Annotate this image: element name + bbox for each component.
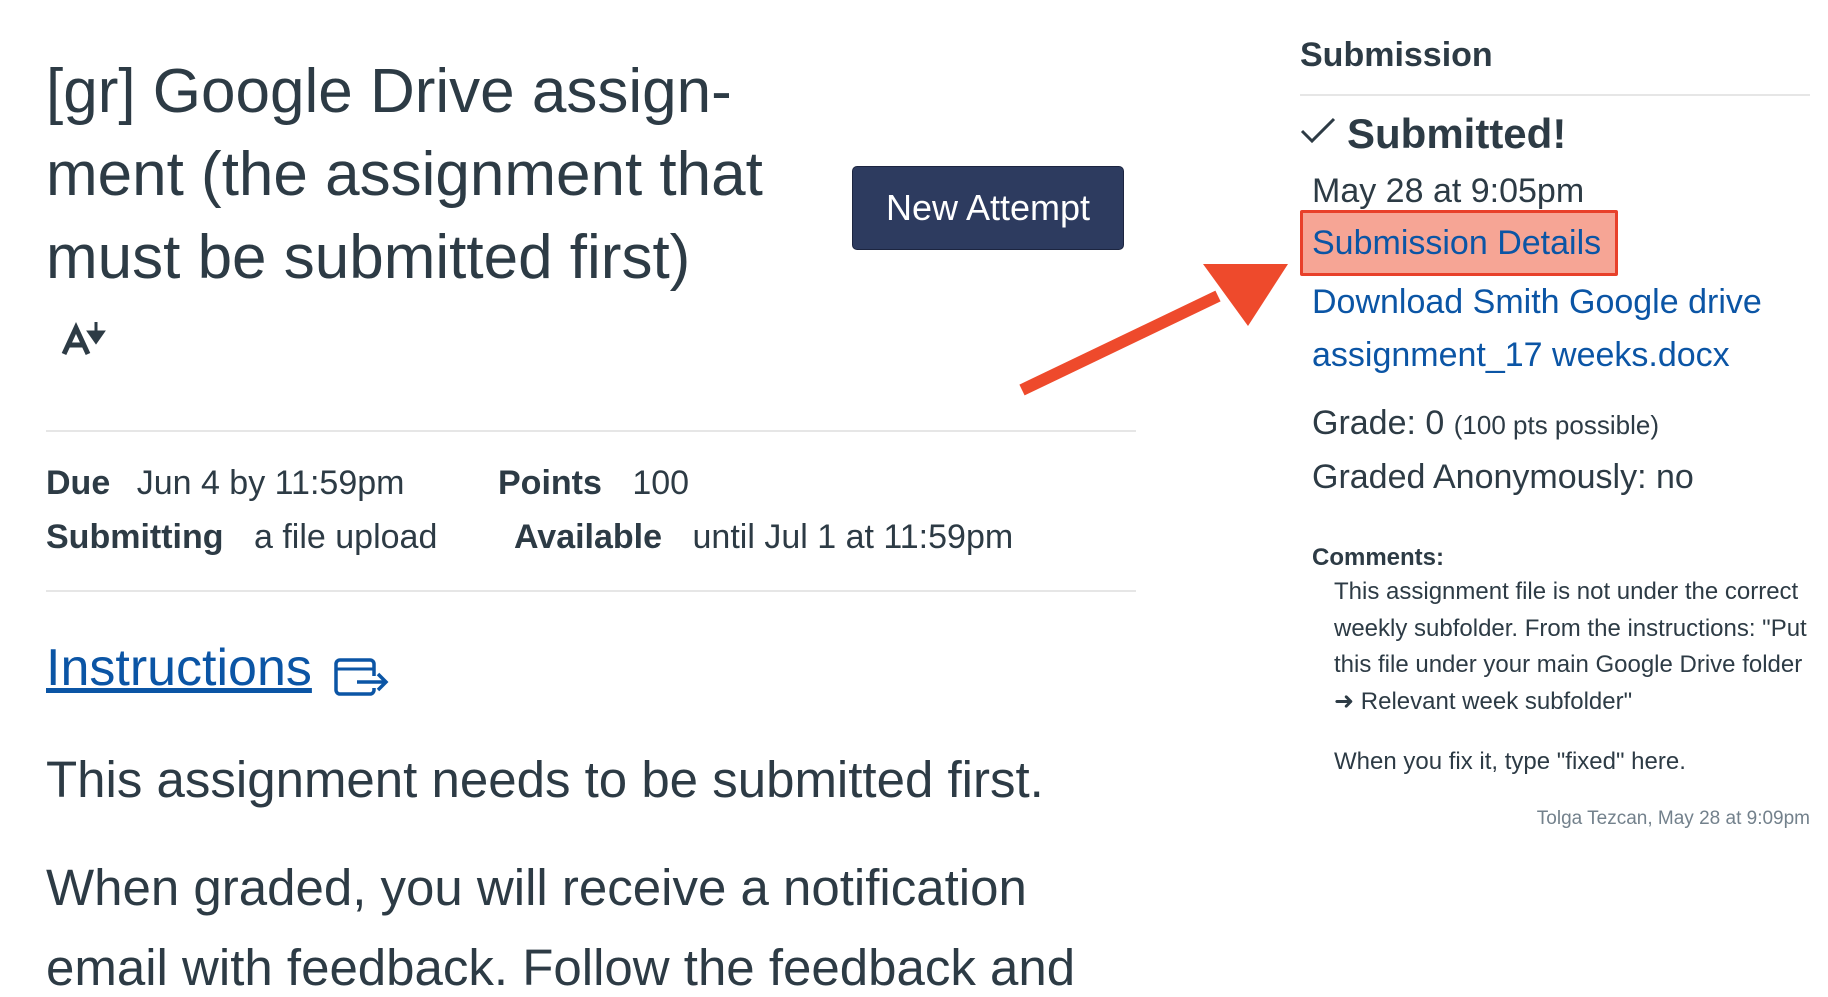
submission-details-link[interactable]: Submission Details	[1312, 224, 1601, 263]
text-to-speech-icon[interactable]	[60, 318, 110, 358]
due-label: Due	[46, 464, 111, 502]
available-row: Available until Jul 1 at 11:59pm	[514, 518, 1013, 557]
new-attempt-button[interactable]: New Attempt	[852, 166, 1124, 250]
points-row: Points 100	[498, 464, 689, 503]
external-link-icon[interactable]	[333, 654, 389, 698]
divider	[46, 590, 1136, 592]
comment-author-date: Tolga Tezcan, May 28 at 9:09pm	[1536, 808, 1810, 829]
submission-date: May 28 at 9:05pm	[1312, 172, 1585, 210]
due-value: Jun 4 by 11:59pm	[136, 464, 405, 502]
divider	[46, 430, 1136, 432]
available-value: until Jul 1 at 11:59pm	[692, 518, 1014, 556]
graded-anonymously: Graded Anonymously: no	[1312, 458, 1694, 496]
download-submission-link[interactable]: Download Smith Google drive assignment_1…	[1312, 276, 1802, 382]
submitting-label: Submitting	[46, 518, 224, 556]
submitting-row: Submitting a file upload	[46, 518, 437, 557]
available-label: Available	[514, 518, 663, 556]
instructions-paragraph: When graded, you will receive a notifica…	[46, 859, 1027, 916]
assignment-title-line: must be submitted first)	[46, 223, 691, 292]
grade-value: Grade: 0	[1312, 404, 1445, 442]
instructions-link[interactable]: Instructions	[46, 638, 312, 698]
checkmark-icon	[1300, 117, 1336, 144]
submission-status: Submitted!	[1347, 110, 1567, 157]
points-value: 100	[632, 464, 690, 502]
due-row: Due Jun 4 by 11:59pm	[46, 464, 404, 503]
grade-possible: (100 pts possible)	[1453, 410, 1659, 440]
comments-label: Comments:	[1312, 544, 1445, 571]
points-label: Points	[498, 464, 602, 502]
comment-body: This assignment file is not under the co…	[1334, 574, 1814, 781]
instructions-paragraph: This assignment needs to be submitted fi…	[46, 751, 1044, 808]
assignment-title-line: ment (the assignment that	[46, 140, 763, 209]
comment-paragraph: When you fix it, type "fixed" here.	[1334, 748, 1686, 775]
grade: Grade: 0 (100 pts possible)	[1312, 404, 1659, 443]
divider	[1300, 94, 1810, 96]
comment-paragraph: This assignment file is not under the co…	[1334, 578, 1807, 715]
assignment-title: [gr] Google Drive assign- ment (the assi…	[46, 50, 786, 299]
submission-heading: Submission	[1300, 36, 1493, 74]
assignment-title-line: [gr] Google Drive assign-	[46, 57, 732, 126]
instructions-paragraph: email with feedback. Follow the feedback…	[46, 939, 1076, 996]
submitting-value: a file upload	[253, 518, 438, 556]
